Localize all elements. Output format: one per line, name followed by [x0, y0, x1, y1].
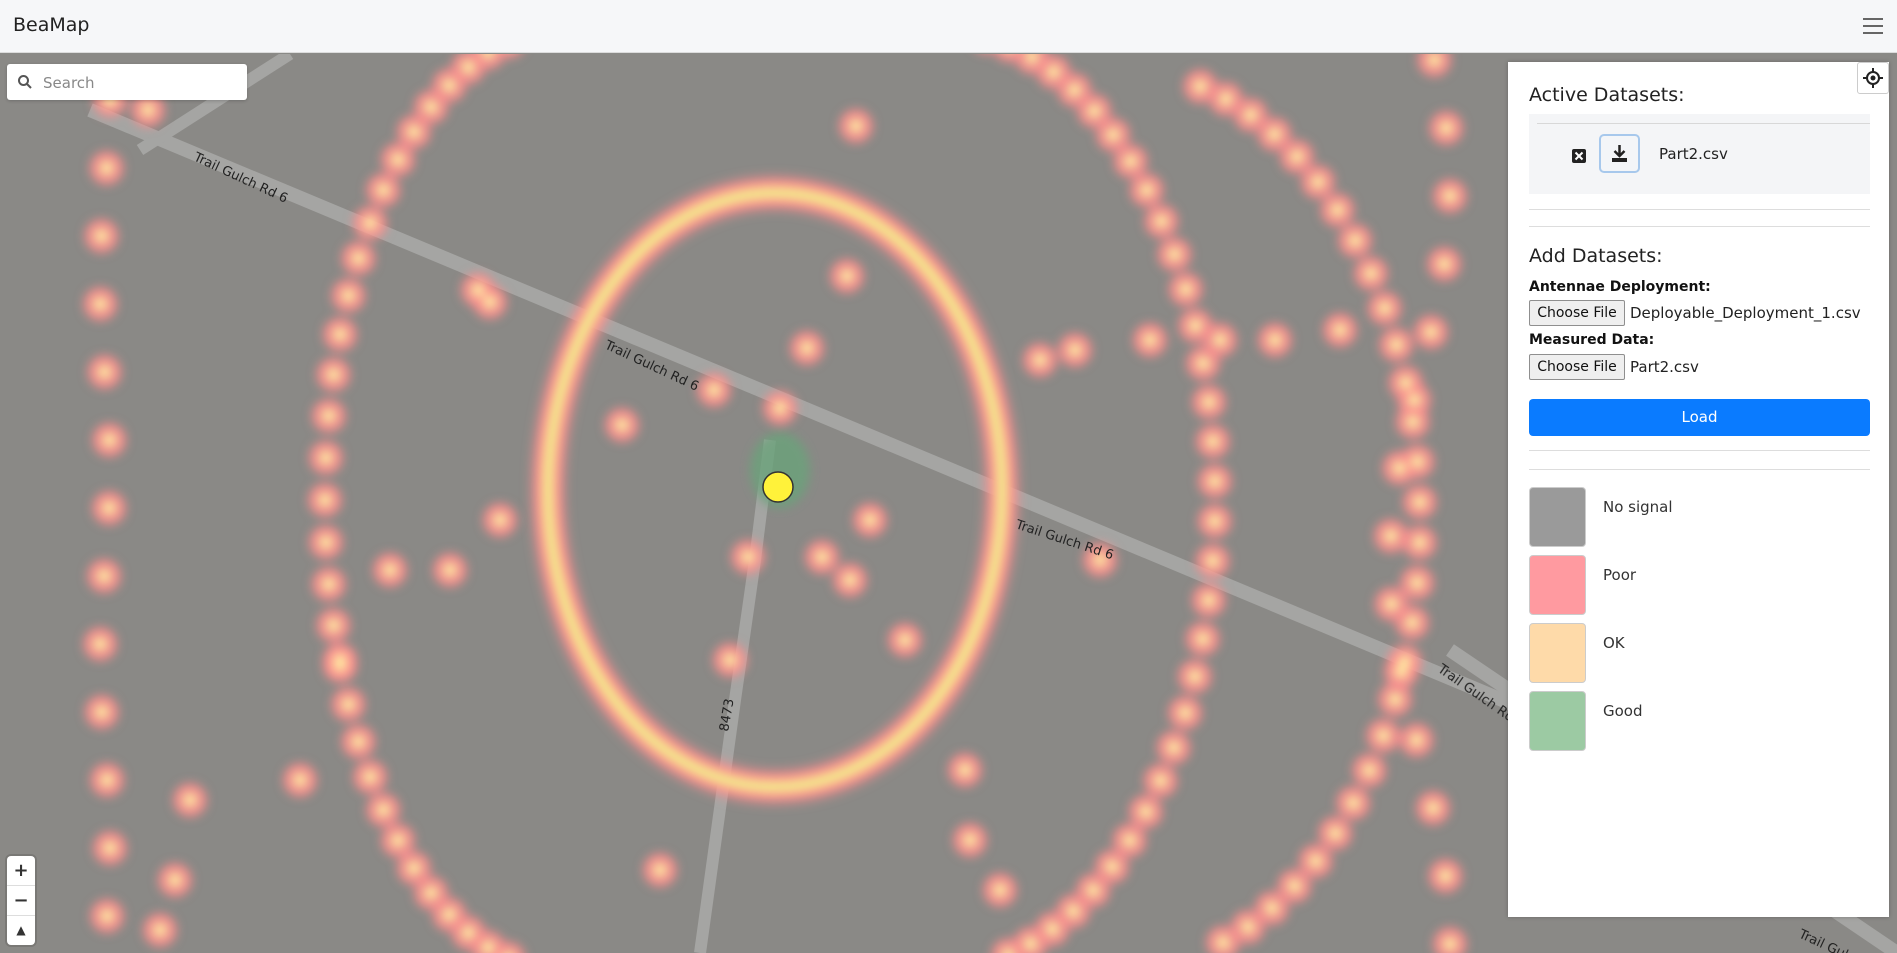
search-input[interactable]: [41, 70, 241, 96]
search-icon: [18, 75, 32, 89]
download-button[interactable]: [1599, 134, 1640, 173]
divider: [1529, 469, 1870, 470]
measured-label: Measured Data:: [1529, 332, 1655, 348]
app-title[interactable]: BeaMap: [13, 14, 89, 36]
zoom-control: + − ▲: [7, 856, 35, 945]
legend-swatch-no-signal: [1529, 487, 1586, 547]
hamburger-icon[interactable]: [1863, 18, 1883, 34]
side-panel: Active Datasets: Part2.csv Add Datasets:…: [1508, 62, 1889, 917]
legend-swatch-good: [1529, 691, 1586, 751]
active-dataset-item: Part2.csv: [1529, 114, 1870, 194]
divider: [1529, 226, 1870, 227]
measured-file-name: Part2.csv: [1630, 358, 1699, 376]
download-icon: [1612, 145, 1627, 162]
legend-swatch-ok: [1529, 623, 1586, 683]
remove-icon[interactable]: [1571, 148, 1587, 164]
divider: [1537, 123, 1870, 124]
top-navbar: BeaMap: [0, 0, 1897, 53]
crosshair-icon: [1863, 68, 1883, 88]
load-button[interactable]: Load: [1529, 399, 1870, 436]
antennae-file-name: Deployable_Deployment_1.csv: [1630, 304, 1861, 322]
legend-label-no-signal: No signal: [1603, 498, 1673, 516]
add-datasets-title: Add Datasets:: [1529, 245, 1663, 267]
compass-button[interactable]: ▲: [7, 916, 35, 945]
active-datasets-title: Active Datasets:: [1529, 84, 1685, 106]
zoom-in-button[interactable]: +: [7, 856, 35, 886]
measured-choose-file-button[interactable]: Choose File: [1529, 354, 1625, 380]
legend-label-ok: OK: [1603, 634, 1625, 652]
legend-label-good: Good: [1603, 702, 1643, 720]
search-box[interactable]: [7, 64, 247, 100]
dataset-name: Part2.csv: [1659, 145, 1728, 163]
divider: [1529, 450, 1870, 451]
antennae-label: Antennae Deployment:: [1529, 279, 1711, 295]
legend-swatch-poor: [1529, 555, 1586, 615]
antenna-marker[interactable]: [762, 471, 794, 503]
legend-label-poor: Poor: [1603, 566, 1637, 584]
zoom-out-button[interactable]: −: [7, 886, 35, 916]
locate-button[interactable]: [1857, 62, 1889, 94]
antennae-choose-file-button[interactable]: Choose File: [1529, 300, 1625, 326]
divider: [1529, 209, 1870, 210]
